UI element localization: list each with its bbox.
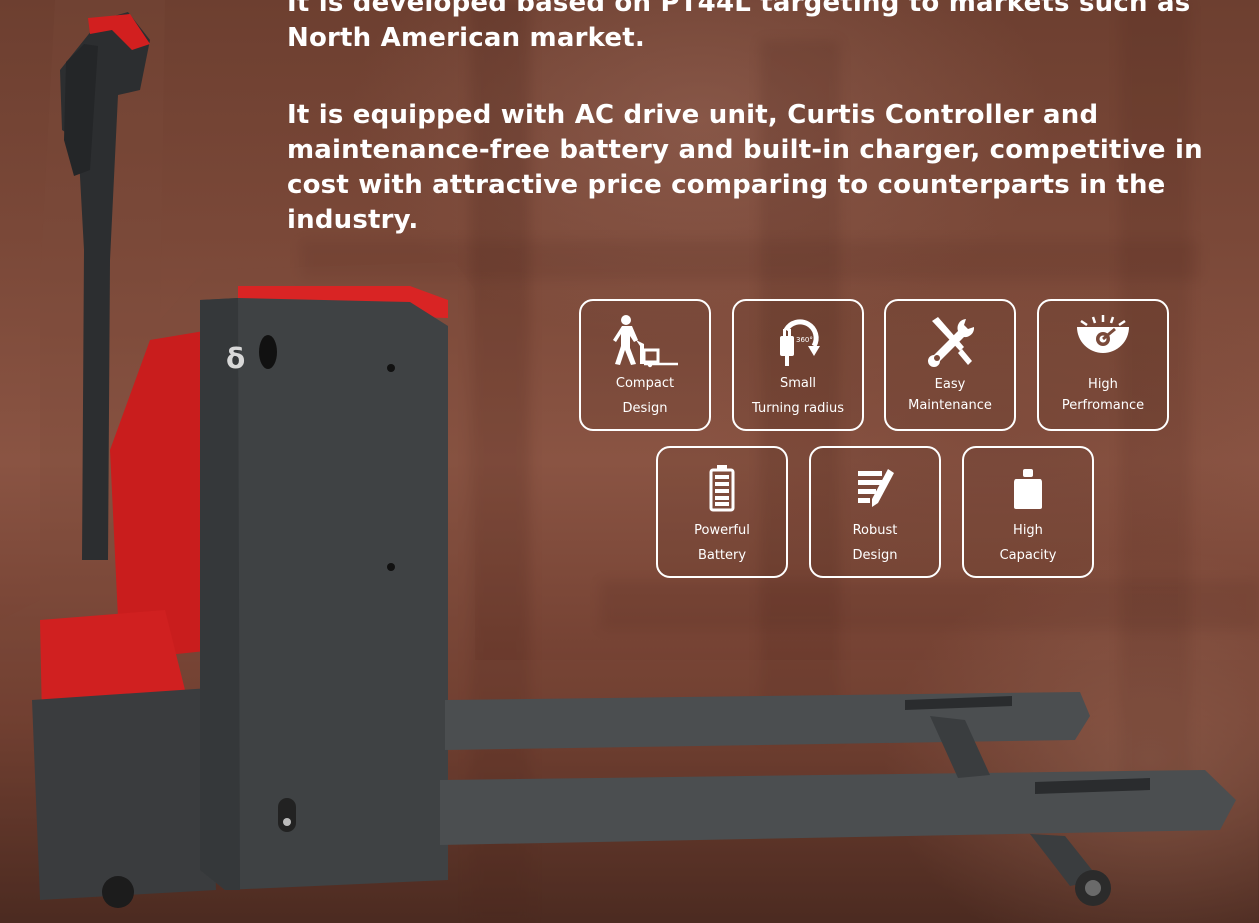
gauge-icon xyxy=(1039,311,1167,371)
feature-line2: Design xyxy=(852,548,898,563)
battery-icon xyxy=(658,458,786,518)
feature-line1: Small xyxy=(779,376,817,391)
feature-line2: Battery xyxy=(697,548,747,563)
badge-360: 360° xyxy=(796,336,813,344)
feature-line2: Turning radius xyxy=(752,401,844,416)
feature-robust-design: Robust Design xyxy=(809,446,941,578)
pencil-notes-icon xyxy=(811,458,939,518)
feature-line1: Powerful xyxy=(694,523,750,538)
feature-high-performance: High Perfromance xyxy=(1037,299,1169,431)
feature-line2: Design xyxy=(622,401,668,416)
intro-paragraph-2: It is equipped with AC drive unit, Curti… xyxy=(287,100,1203,235)
feature-line1: Compact xyxy=(615,376,675,391)
feature-line1: High xyxy=(1013,523,1043,538)
feature-line2: Capacity xyxy=(999,548,1057,563)
operator-pallet-icon xyxy=(581,311,709,371)
intro-paragraph-1: It is developed based on PT44L targeting… xyxy=(287,0,1191,53)
feature-line2: Maintenance xyxy=(908,398,992,413)
feature-turning-radius: 360° Small Turning radius xyxy=(732,299,864,431)
feature-high-capacity: High Capacity xyxy=(962,446,1094,578)
feature-compact-design: Compact Design xyxy=(579,299,711,431)
wrench-screwdriver-icon xyxy=(886,311,1014,371)
feature-line1: Easy xyxy=(934,377,966,392)
feature-line2: Perfromance xyxy=(1061,398,1145,413)
feature-line1: High xyxy=(1088,377,1118,392)
rotate-360-icon: 360° xyxy=(734,311,862,371)
feature-easy-maintenance: Easy Maintenance xyxy=(884,299,1016,431)
feature-powerful-battery: Powerful Battery xyxy=(656,446,788,578)
feature-line1: Robust xyxy=(852,523,898,538)
weight-icon xyxy=(964,458,1092,518)
svg-text:δ: δ xyxy=(226,342,245,375)
